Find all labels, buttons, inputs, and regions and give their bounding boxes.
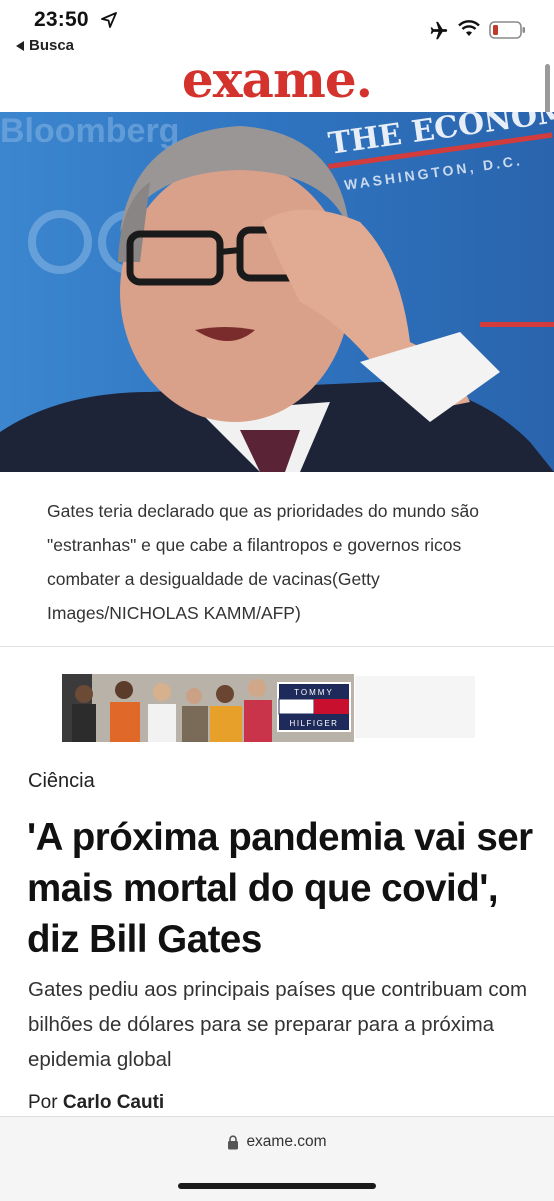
byline-author[interactable]: Carlo Cauti bbox=[63, 1092, 164, 1113]
browser-url-bar[interactable]: exame.com bbox=[0, 1116, 554, 1201]
lock-icon bbox=[228, 1134, 239, 1149]
location-arrow-icon bbox=[101, 12, 117, 28]
byline-prefix: Por bbox=[28, 1092, 58, 1113]
hero-photo-illustration: Bloomberg THE ECONOMIST WASHINGTON, D.C. bbox=[0, 112, 554, 472]
back-triangle-icon bbox=[16, 40, 24, 51]
article-category[interactable]: Ciência bbox=[28, 770, 95, 793]
article-byline: Por Carlo Cauti bbox=[28, 1092, 164, 1114]
address-field[interactable]: exame.com bbox=[0, 1133, 554, 1151]
site-logo[interactable]: exame. bbox=[0, 50, 554, 109]
tommy-hilfiger-logo: TOMMY HILFIGER bbox=[277, 682, 351, 732]
divider bbox=[0, 646, 554, 647]
status-time: 23:50 bbox=[34, 8, 89, 31]
ad-faint-overlay bbox=[355, 676, 475, 738]
article-headline: 'A próxima pandemia vai ser mais mortal … bbox=[27, 816, 533, 961]
battery-icon bbox=[489, 21, 525, 39]
hero-bg-text-left: Bloomberg bbox=[0, 112, 179, 150]
url-text: exame.com bbox=[246, 1133, 327, 1150]
ad-brand-line1: TOMMY bbox=[294, 688, 334, 697]
hero-image: Bloomberg THE ECONOMIST WASHINGTON, D.C. bbox=[0, 112, 554, 472]
home-indicator[interactable] bbox=[178, 1183, 376, 1189]
airplane-icon bbox=[430, 21, 448, 40]
ad-brand-line2: HILFIGER bbox=[290, 719, 339, 728]
wifi-icon bbox=[458, 20, 480, 36]
ad-banner[interactable]: TOMMY HILFIGER bbox=[62, 674, 354, 742]
image-caption: Gates teria declarado que as prioridades… bbox=[47, 501, 479, 623]
article-subhead: Gates pediu aos principais países que co… bbox=[28, 978, 528, 1071]
